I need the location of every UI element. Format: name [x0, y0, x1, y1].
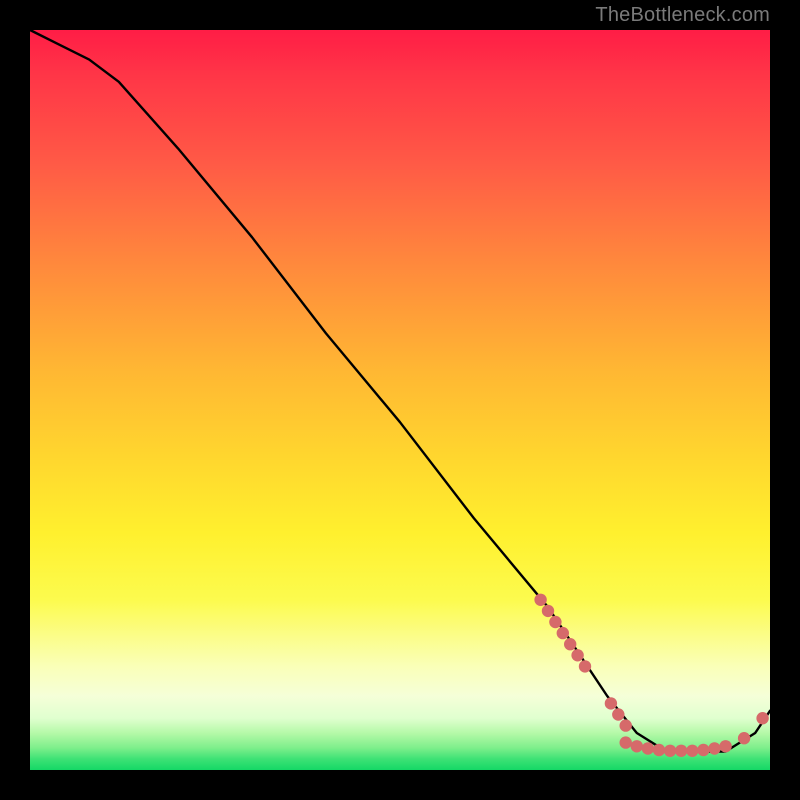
data-marker	[605, 697, 617, 709]
data-marker	[534, 594, 546, 606]
data-marker	[549, 616, 561, 628]
marker-layer	[534, 594, 768, 757]
data-marker	[542, 605, 554, 617]
bottleneck-curve	[30, 30, 770, 752]
data-marker	[571, 649, 583, 661]
chart-frame: TheBottleneck.com	[0, 0, 800, 800]
chart-plot-area	[30, 30, 770, 770]
data-marker	[756, 712, 768, 724]
data-marker	[612, 708, 624, 720]
data-marker	[697, 744, 709, 756]
data-marker	[708, 742, 720, 754]
chart-svg	[30, 30, 770, 770]
data-marker	[631, 740, 643, 752]
data-marker	[579, 660, 591, 672]
data-marker	[719, 740, 731, 752]
curve-layer	[30, 30, 770, 752]
data-marker	[664, 745, 676, 757]
data-marker	[620, 736, 632, 748]
data-marker	[653, 744, 665, 756]
data-marker	[675, 745, 687, 757]
data-marker	[564, 638, 576, 650]
data-marker	[642, 742, 654, 754]
data-marker	[686, 745, 698, 757]
watermark-text: TheBottleneck.com	[595, 4, 770, 27]
data-marker	[557, 627, 569, 639]
data-marker	[738, 732, 750, 744]
data-marker	[620, 719, 632, 731]
